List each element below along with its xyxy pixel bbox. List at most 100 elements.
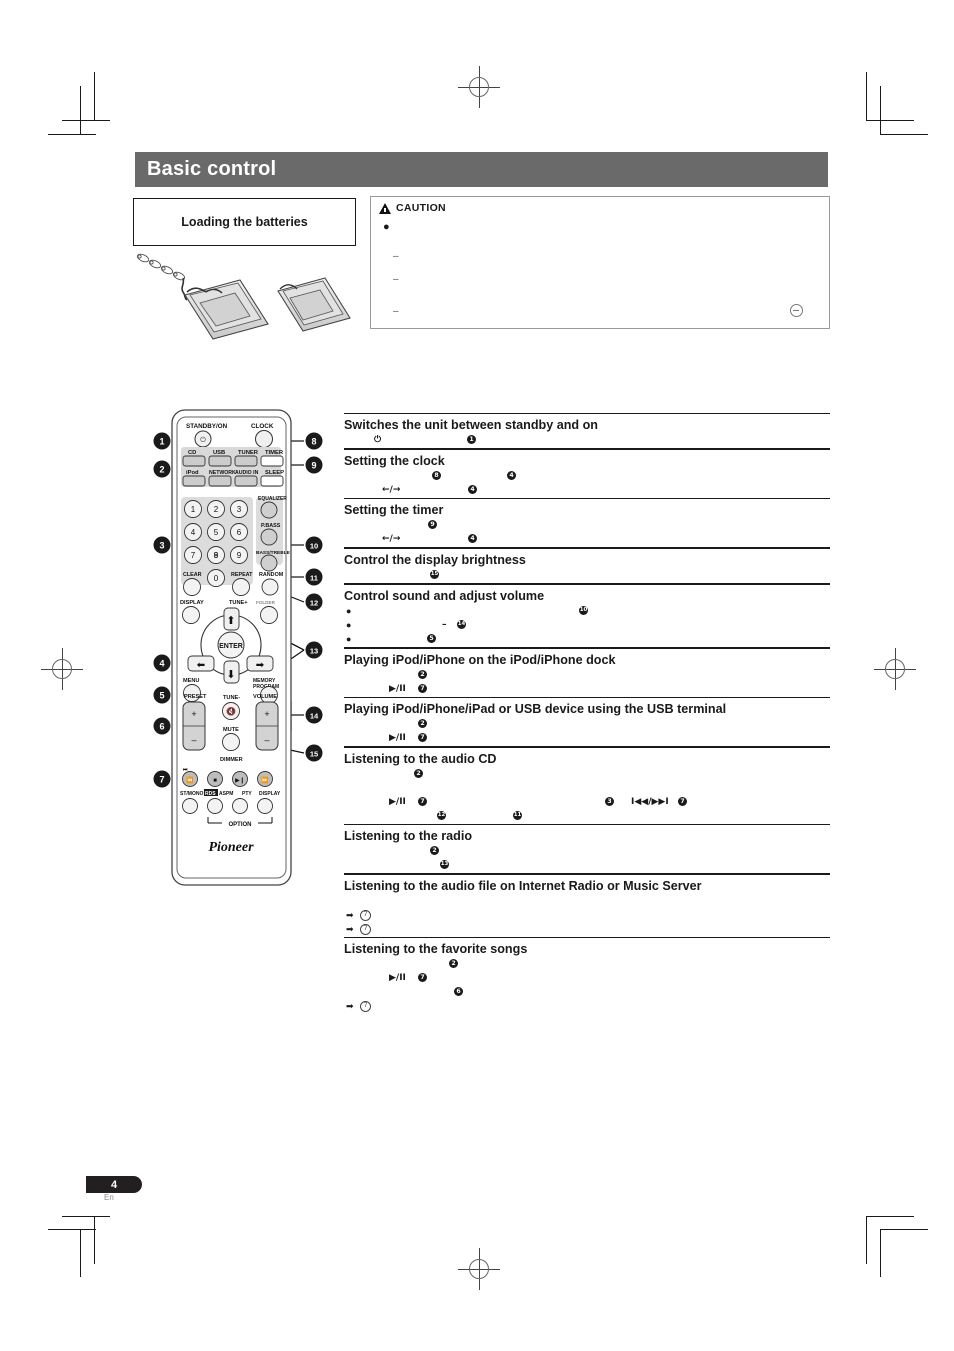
svg-text:3: 3 — [237, 505, 242, 514]
svg-text:TIMER: TIMER — [265, 450, 284, 456]
callout-ref-1: 1 — [467, 435, 476, 445]
manual-page: Basic control Loading the batteries CAUT… — [0, 0, 954, 1351]
callout-ref-4: 4 — [507, 470, 516, 480]
instruction-line: ▶/II 7 — [344, 972, 830, 986]
instruction-line: ● 10 — [344, 605, 830, 619]
callout-ref-7: 7 — [418, 683, 427, 693]
callout-ref-6: 6 — [454, 986, 463, 996]
svg-text:➡: ➡ — [256, 660, 265, 671]
instruction-line: 6 — [344, 986, 830, 1000]
button-glyph: – — [442, 620, 447, 631]
svg-text:5: 5 — [214, 528, 219, 537]
callout-ref-7: 7 — [418, 797, 427, 806]
button-glyph: ▶/II — [389, 732, 406, 743]
section-body: ⏻ 1 — [344, 434, 830, 448]
loading-batteries-box: Loading the batteries — [133, 198, 356, 246]
instruction-line: 13 — [344, 859, 830, 873]
callout-ref-13: 13 — [440, 860, 449, 870]
svg-text:7: 7 — [159, 775, 164, 785]
page-title: Basic control — [147, 158, 277, 180]
caution-dash-3: – — [393, 306, 399, 317]
svg-text:⬆: ⬆ — [226, 615, 235, 627]
svg-text:–: – — [264, 735, 269, 745]
callout-ref-7: 7 — [678, 797, 687, 806]
svg-text:TUNER: TUNER — [238, 450, 259, 456]
svg-text:FOLDER: FOLDER — [256, 600, 276, 605]
page-number: 4 — [110, 1178, 118, 1191]
section-heading: Control sound and adjust volume — [344, 589, 545, 604]
instruction-line: ⏻ 1 — [344, 434, 830, 448]
bullet-marker: ● — [346, 620, 352, 631]
caution-box: CAUTION ● – – – — [370, 196, 830, 329]
svg-text:TUNE+: TUNE+ — [229, 600, 248, 606]
registration-mark-left — [41, 648, 83, 690]
callout-ref-2: 2 — [449, 958, 458, 968]
section-body: 2 13 — [344, 845, 830, 873]
warning-triangle-icon — [379, 202, 391, 214]
svg-text:5: 5 — [159, 691, 164, 701]
svg-text:Pioneer: Pioneer — [208, 840, 254, 855]
svg-text:OPTION: OPTION — [228, 822, 251, 828]
svg-text:+: + — [264, 709, 269, 719]
section-heading: Listening to the audio CD — [344, 752, 497, 767]
svg-text:NETWORK: NETWORK — [209, 470, 236, 476]
svg-text:4: 4 — [191, 528, 196, 537]
svg-text:SLEEP: SLEEP — [265, 470, 284, 476]
callout-ref-9: 9 — [428, 519, 437, 529]
svg-text:🔇: 🔇 — [226, 706, 236, 716]
instruction-section: Control the display brightness 15 — [344, 553, 830, 583]
section-divider — [344, 745, 830, 749]
instruction-sections: Switches the unit between standby and on… — [344, 413, 830, 1014]
section-body: ● 10 ● –14 ● 5 — [344, 605, 830, 647]
caution-header: CAUTION — [379, 202, 446, 214]
section-body: ➡ 7 ➡ 7 — [344, 895, 830, 937]
callout-ref-2: 2 — [414, 769, 423, 778]
instruction-line: ←/→ 4 — [344, 533, 830, 547]
instruction-line: 2 — [344, 768, 830, 782]
svg-text:10: 10 — [310, 542, 318, 551]
svg-text:ASPM: ASPM — [219, 791, 233, 797]
instruction-section: Control sound and adjust volume ● 10 ● –14 ● 5 — [344, 589, 830, 647]
svg-text:11: 11 — [310, 574, 318, 583]
svg-text:ENTER: ENTER — [219, 643, 243, 650]
svg-text:P.BASS: P.BASS — [261, 523, 281, 529]
section-body: 2 ▶/II 7 6 ➡ 7 — [344, 958, 830, 1014]
callout-ref-4: 4 — [468, 484, 477, 494]
page-ref-number: 7 — [360, 923, 371, 935]
caution-label: CAUTION — [396, 202, 446, 214]
section-divider — [344, 696, 830, 698]
svg-text:⬇: ⬇ — [226, 669, 235, 681]
svg-text:⏩: ⏩ — [261, 776, 269, 784]
svg-text:8: 8 — [214, 551, 219, 560]
minus-circle-icon — [790, 304, 803, 317]
loading-batteries-label: Loading the batteries — [181, 215, 308, 229]
callout-ref-12: 12 — [437, 811, 446, 820]
instruction-line: ➡ 7 — [344, 909, 830, 923]
svg-text:+: + — [191, 709, 196, 719]
instruction-line: ● –14 — [344, 619, 830, 633]
instruction-section: Listening to the audio file on Internet … — [344, 879, 830, 937]
svg-text:1: 1 — [159, 437, 164, 447]
section-divider — [344, 936, 830, 938]
callout-ref-15: 15 — [430, 570, 439, 579]
svg-text:⏻: ⏻ — [200, 436, 206, 444]
svg-text:6: 6 — [237, 528, 242, 537]
battery-loading-illustration — [128, 248, 358, 340]
arrow-right-icon: ➡ — [346, 923, 354, 934]
svg-text:2: 2 — [214, 505, 219, 514]
caution-dash-1: – — [393, 251, 399, 262]
remote-control-diagram: 1 2 3 4 5 6 7 8 9 10 11 12 13 14 15 STAN… — [128, 405, 333, 890]
instruction-line: 2 — [344, 718, 830, 732]
callout-ref-8: 8 — [432, 470, 441, 480]
page-number-badge: 4 — [86, 1176, 142, 1193]
page-ref-number: 7 — [360, 909, 371, 921]
section-body: 8 4 ←/→ 4 — [344, 470, 830, 498]
svg-text:DISPLAY: DISPLAY — [259, 791, 281, 797]
button-glyph: ▶/II — [389, 797, 406, 807]
svg-text:EQUALIZER: EQUALIZER — [258, 496, 287, 502]
page-ref-number: 7 — [360, 1000, 371, 1012]
instruction-line: 2 — [344, 845, 830, 859]
section-heading: Switches the unit between standby and on — [344, 418, 599, 433]
callout-ref-3: 3 — [605, 797, 614, 806]
callout-ref-14: 14 — [457, 620, 466, 630]
